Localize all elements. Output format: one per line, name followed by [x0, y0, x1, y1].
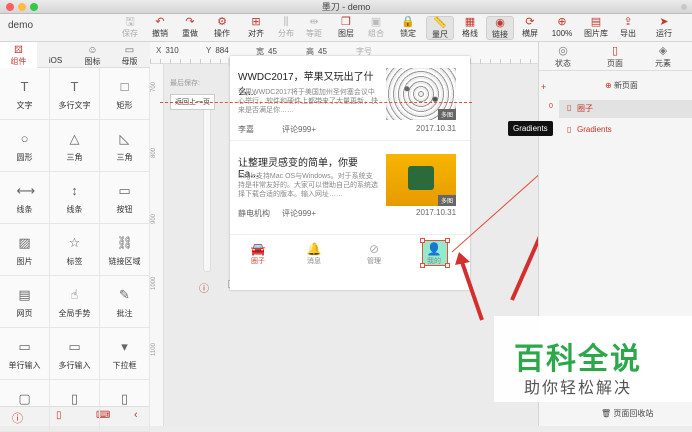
page-item[interactable]: ▯ Gradients — [559, 122, 692, 140]
tab-page[interactable]: ▯ 页面 — [597, 44, 633, 69]
tab-state[interactable]: ◎ 状态 — [545, 44, 581, 69]
toolbar-link-button[interactable]: ◉ 链接 — [486, 16, 514, 40]
gear-icon: ⚙ — [217, 16, 227, 28]
grid-icon: ▦ — [464, 16, 476, 28]
page-icon: ▯ — [567, 125, 572, 134]
save-icon: 🖫 — [125, 16, 135, 28]
align-icon: ⊞ — [251, 16, 261, 28]
rotate-icon: ⟳ — [525, 16, 535, 28]
link-icon: ◉ — [495, 17, 505, 29]
trash-button[interactable]: 🗑 页面回收站 — [601, 408, 653, 419]
new-page-button[interactable]: ⊕ 新页面 — [605, 80, 638, 91]
toolbar-gear-button[interactable]: ⚙ 操作 — [208, 16, 236, 40]
divider — [539, 70, 692, 71]
zoom-icon: ⊕ — [557, 16, 567, 28]
toolbar-align-button[interactable]: ⊞ 对齐 — [242, 16, 270, 40]
toolbar-export-button[interactable]: ⇪ 导出 — [614, 16, 642, 40]
page-icon: ▯ — [611, 45, 619, 57]
add-circle-icon: ⊕ — [605, 81, 612, 90]
page-item[interactable]: ▯ 圈子 — [559, 100, 692, 118]
watermark-title: 百科全说 — [514, 343, 642, 376]
toolbar-equal-spacing-button[interactable]: ⇹ 等距 — [300, 16, 328, 40]
page-icon: ▯ — [567, 103, 572, 112]
image-library-icon: ▤ — [590, 16, 602, 28]
ruler-icon: 📏 — [433, 17, 447, 29]
toolbar-undo-button[interactable]: ↶ 撤销 — [146, 16, 174, 40]
toolbar-lock-button[interactable]: 🔒 锁定 — [394, 16, 422, 40]
toolbar-redo-button[interactable]: ↷ 重做 — [176, 16, 204, 40]
trash-icon: 🗑 — [601, 409, 612, 418]
toolbar-save-button[interactable]: 🖫 保存 — [116, 16, 144, 40]
toolbar-image-library-button[interactable]: ▤ 图片库 — [582, 16, 610, 40]
watermark-logo: 百科全说 助你轻松解决 — [494, 316, 692, 402]
watermark-subtitle: 助你轻松解决 — [524, 380, 633, 397]
tab-elements[interactable]: ◈ 元素 — [645, 44, 681, 69]
toolbar-rotate-button[interactable]: ⟳ 横屏 — [516, 16, 544, 40]
toolbar-ruler-button[interactable]: 📏 量尺 — [426, 16, 454, 40]
elements-icon: ◈ — [658, 45, 668, 57]
distribute-icon: ⫼ — [283, 16, 289, 28]
red-arrow — [460, 261, 484, 321]
toolbar-zoom-button[interactable]: ⊕ 100% — [548, 16, 576, 40]
toolbar-group-button[interactable]: ▣ 组合 — [362, 16, 390, 40]
arrow-head — [455, 252, 470, 265]
toolbar-layers-button[interactable]: ❐ 图层 — [332, 16, 360, 40]
redo-icon: ↷ — [185, 16, 195, 28]
undo-icon: ↶ — [155, 16, 165, 28]
toolbar-grid-button[interactable]: ▦ 格线 — [456, 16, 484, 40]
add-page-plus-icon[interactable]: + — [541, 82, 546, 92]
page-tooltip: Gradients — [508, 121, 553, 136]
group-icon: ▣ — [370, 16, 382, 28]
toolbar-run-button[interactable]: ➤ 运行 — [650, 16, 678, 40]
lock-icon: 🔒 — [401, 16, 415, 28]
page-index: 0 — [549, 103, 553, 110]
export-icon: ⇪ — [623, 16, 633, 28]
layers-icon: ❐ — [341, 16, 351, 28]
run-icon: ➤ — [659, 16, 669, 28]
state-icon: ◎ — [558, 45, 568, 57]
toolbar-distribute-button[interactable]: ⫼ 分布 — [272, 16, 300, 40]
equal-spacing-icon: ⇹ — [309, 16, 319, 28]
